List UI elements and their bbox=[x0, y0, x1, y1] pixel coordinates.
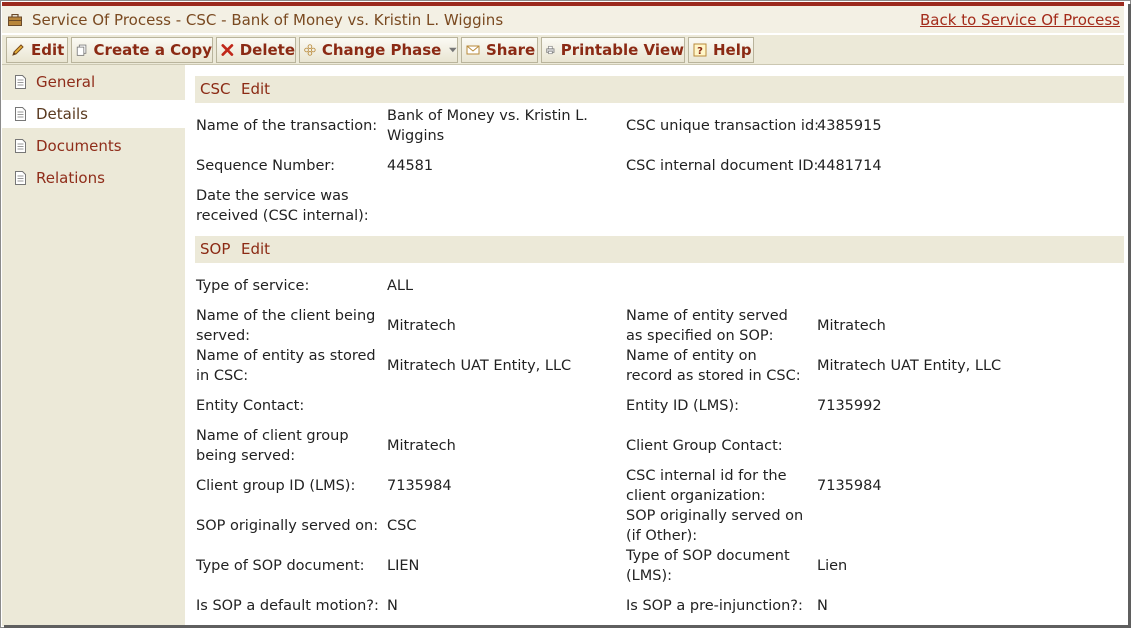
change-phase-label: Change Phase bbox=[321, 41, 442, 59]
sidebar: General Details Documents Relations bbox=[2, 65, 185, 626]
default-motion-value: N bbox=[387, 598, 398, 614]
unique-id-label: CSC unique transaction id: bbox=[626, 118, 820, 134]
sequence-number-label: Sequence Number: bbox=[196, 158, 336, 174]
window-frame: Service Of Process - CSC - Bank of Money… bbox=[0, 0, 1131, 628]
entity-served-value: Mitratech bbox=[817, 318, 886, 334]
entity-stored-label: Name of entity as stored in CSC: bbox=[196, 348, 376, 384]
transaction-name-value: Bank of Money vs. Kristin L. Wiggins bbox=[387, 108, 588, 144]
help-button-label: Help bbox=[713, 41, 752, 59]
client-group-id-value: 7135984 bbox=[387, 478, 452, 494]
client-served-label: Name of the client being served: bbox=[196, 308, 376, 344]
pre-injunction-value: N bbox=[817, 598, 828, 614]
delete-button-label: Delete bbox=[239, 41, 295, 59]
delete-button[interactable]: Delete bbox=[216, 37, 296, 63]
help-question-icon: ? bbox=[693, 43, 707, 57]
client-served-value: Mitratech bbox=[387, 318, 456, 334]
chevron-down-icon bbox=[449, 47, 457, 53]
internal-org-id-value: 7135984 bbox=[817, 478, 882, 494]
entity-record-value: Mitratech UAT Entity, LLC bbox=[817, 358, 1002, 374]
client-group-label: Name of client group being served: bbox=[196, 428, 349, 464]
client-group-contact-label: Client Group Contact: bbox=[626, 438, 783, 454]
sop-section-header: SOP Edit bbox=[195, 236, 1124, 263]
sop-document-type-lms-value: Lien bbox=[817, 558, 848, 574]
printer-icon bbox=[546, 45, 555, 55]
client-group-id-label: Client group ID (LMS): bbox=[196, 478, 356, 494]
envelope-icon bbox=[466, 45, 480, 55]
delete-x-icon bbox=[221, 44, 234, 56]
entity-contact-label: Entity Contact: bbox=[196, 398, 305, 414]
sidebar-item-details[interactable]: Details bbox=[2, 100, 185, 128]
create-copy-button[interactable]: Create a Copy bbox=[71, 37, 213, 63]
entity-id-value: 7135992 bbox=[817, 398, 882, 414]
page-title: Service Of Process - CSC - Bank of Money… bbox=[32, 11, 504, 29]
sidebar-item-relations[interactable]: Relations bbox=[2, 164, 185, 192]
copy-icon bbox=[76, 44, 87, 56]
originally-served-value: CSC bbox=[387, 518, 417, 534]
sidebar-item-general[interactable]: General bbox=[2, 68, 185, 96]
pencil-icon bbox=[12, 44, 24, 56]
sidebar-item-label: Details bbox=[36, 105, 89, 123]
document-icon bbox=[15, 107, 26, 121]
create-copy-label: Create a Copy bbox=[93, 41, 212, 59]
toolbar: Edit Create a Copy Delete Change Phase S… bbox=[2, 35, 1124, 65]
csc-section-header: CSC Edit bbox=[195, 76, 1124, 103]
client-group-value: Mitratech bbox=[387, 438, 456, 454]
entity-stored-value: Mitratech UAT Entity, LLC bbox=[387, 358, 572, 374]
edit-button[interactable]: Edit bbox=[6, 37, 68, 63]
transaction-name-label: Name of the transaction: bbox=[196, 118, 378, 134]
sop-document-type-value: LIEN bbox=[387, 558, 420, 574]
entity-record-label: Name of entity on record as stored in CS… bbox=[626, 348, 801, 384]
sop-document-type-lms-label: Type of SOP document (LMS): bbox=[626, 548, 790, 584]
svg-text:?: ? bbox=[697, 46, 703, 57]
default-motion-label: Is SOP a default motion?: bbox=[196, 598, 379, 614]
document-icon bbox=[15, 139, 26, 153]
pre-injunction-label: Is SOP a pre-injunction?: bbox=[626, 598, 803, 614]
originally-served-other-label: SOP originally served on (if Other): bbox=[626, 508, 804, 544]
sop-document-type-label: Type of SOP document: bbox=[196, 558, 365, 574]
sequence-number-value: 44581 bbox=[387, 158, 434, 174]
help-button[interactable]: ? Help bbox=[688, 37, 754, 63]
sop-section-title: SOP bbox=[200, 240, 231, 258]
sidebar-item-label: Documents bbox=[36, 137, 122, 155]
back-link[interactable]: Back to Service Of Process bbox=[920, 11, 1120, 29]
internal-document-id-value: 4481714 bbox=[817, 158, 882, 174]
title-bar: Service Of Process - CSC - Bank of Money… bbox=[2, 2, 1124, 33]
document-icon bbox=[15, 171, 26, 185]
phase-flower-icon bbox=[304, 44, 316, 56]
originally-served-label: SOP originally served on: bbox=[196, 518, 379, 534]
entity-served-label: Name of entity served as specified on SO… bbox=[626, 308, 788, 344]
internal-document-id-label: CSC internal document ID: bbox=[626, 158, 819, 174]
type-of-service-label: Type of service: bbox=[196, 278, 310, 294]
briefcase-icon bbox=[8, 14, 22, 26]
sop-edit-link[interactable]: Edit bbox=[241, 240, 270, 258]
internal-org-id-label: CSC internal id for the client organizat… bbox=[626, 468, 787, 504]
document-icon bbox=[15, 75, 26, 89]
type-of-service-value: ALL bbox=[387, 278, 414, 294]
date-received-label: Date the service was received (CSC inter… bbox=[196, 188, 369, 224]
unique-id-value: 4385915 bbox=[817, 118, 882, 134]
csc-section-title: CSC bbox=[200, 80, 231, 98]
edit-button-label: Edit bbox=[31, 41, 65, 59]
printable-view-label: Printable View bbox=[560, 41, 684, 59]
sidebar-item-label: Relations bbox=[36, 169, 105, 187]
sidebar-item-documents[interactable]: Documents bbox=[2, 132, 185, 160]
details-panel: CSC Edit Name of the transaction: Bank o… bbox=[185, 65, 1124, 626]
share-button-label: Share bbox=[486, 41, 536, 59]
printable-view-button[interactable]: Printable View bbox=[541, 37, 685, 63]
sidebar-item-label: General bbox=[36, 73, 96, 91]
csc-edit-link[interactable]: Edit bbox=[241, 80, 270, 98]
entity-id-label: Entity ID (LMS): bbox=[626, 398, 739, 414]
change-phase-button[interactable]: Change Phase bbox=[299, 37, 458, 63]
share-button[interactable]: Share bbox=[461, 37, 538, 63]
